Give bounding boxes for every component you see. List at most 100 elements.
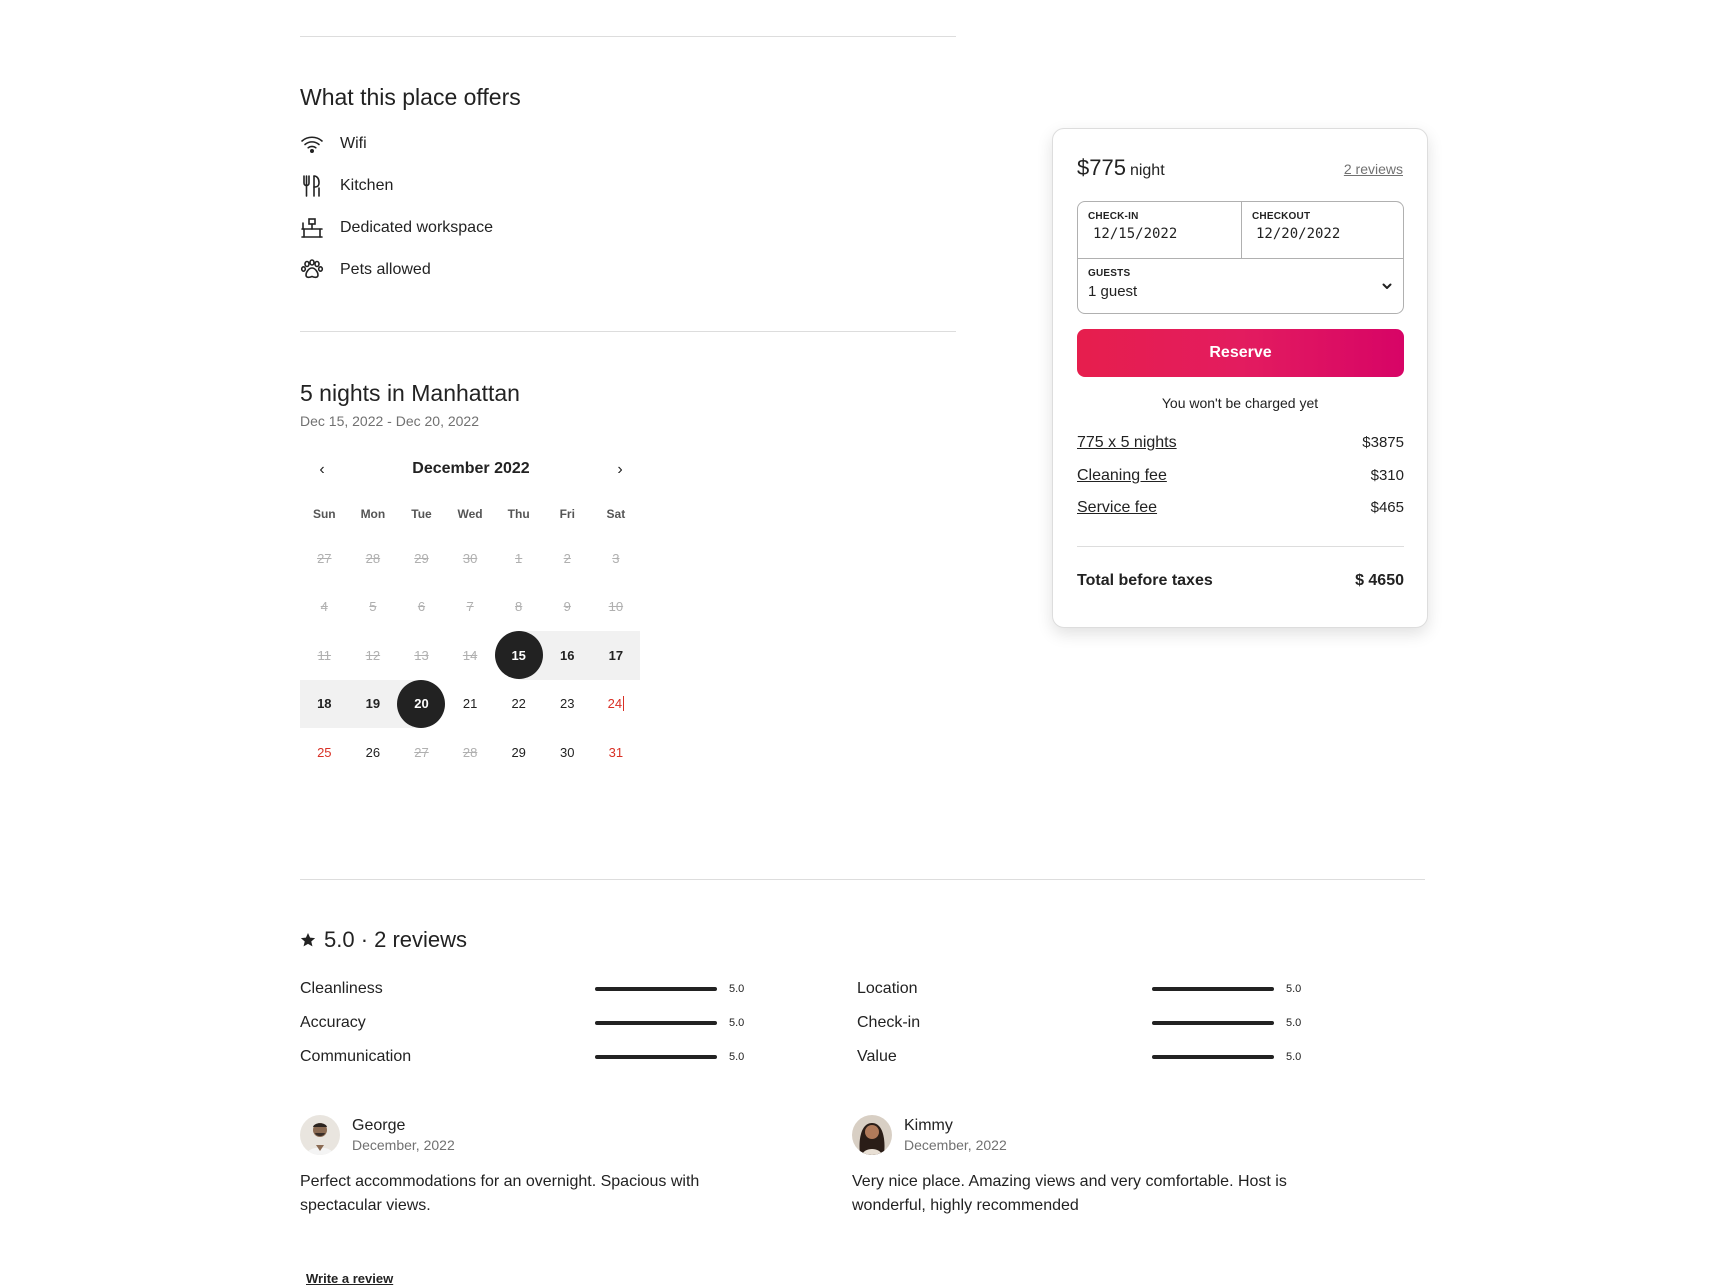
day-number: 30 [560, 744, 575, 760]
calendar-day[interactable]: 18 [300, 679, 349, 728]
day-number: 18 [317, 696, 332, 712]
rating-communication: Communication 5.0 [300, 1046, 744, 1068]
calendar-day: 7 [446, 583, 495, 632]
weekday-header: Sat [606, 507, 626, 521]
price: $775 night [1077, 155, 1165, 181]
rating-value: 5.0 [729, 983, 745, 995]
next-month-button[interactable]: › [608, 458, 632, 482]
calendar-day: 30 [446, 534, 495, 583]
calendar-day: 6 [397, 583, 446, 632]
calendar-day: 3 [592, 534, 641, 583]
review-date: December, 2022 [904, 1137, 1007, 1153]
day-number: 26 [365, 744, 381, 760]
day-number: 11 [317, 647, 332, 663]
calendar-day: 27 [397, 728, 446, 777]
calendar-day: 14 [446, 631, 495, 680]
calendar-day[interactable]: 25 [300, 728, 349, 777]
fee-label[interactable]: Service fee [1077, 499, 1157, 517]
rating-bar [595, 1021, 717, 1025]
calendar-day[interactable]: 20 [397, 679, 446, 728]
calendar-day[interactable]: 15 [494, 631, 543, 680]
day-number: 10 [608, 599, 624, 615]
total-value: $ 4650 [1355, 572, 1404, 589]
fee-value: $310 [1370, 467, 1404, 484]
calendar-day: 1 [494, 534, 543, 583]
calendar-day: 12 [349, 631, 398, 680]
no-charge-note: You won't be charged yet [1161, 395, 1319, 411]
amenity-label: Kitchen [340, 177, 394, 194]
calendar-day: 9 [543, 583, 592, 632]
workspace-icon [300, 216, 324, 240]
card-divider [1077, 546, 1404, 547]
rating-accuracy: Accuracy 5.0 [300, 1012, 744, 1034]
amenity-label: Dedicated workspace [340, 219, 493, 236]
calendar-day[interactable]: 16 [542, 631, 592, 680]
day-number: 1 [515, 550, 523, 566]
review-text: Very nice place. Amazing views and very … [852, 1173, 1287, 1214]
calendar-day[interactable]: 24 [592, 680, 641, 729]
calendar-day: 13 [397, 631, 446, 680]
rating-value: 5.0 [729, 1051, 745, 1063]
booking-card: $775 night 2 reviews CHECK-IN 12/15/2022 … [1052, 128, 1428, 628]
total-row: Total before taxes $ 4650 [1077, 572, 1404, 590]
checkin-field[interactable]: CHECK-IN 12/15/2022 [1088, 211, 1177, 242]
guests-label: GUESTS [1088, 268, 1131, 279]
reviews-title: 5.0 · 2 reviews [300, 927, 467, 953]
calendar-day[interactable]: 30 [543, 728, 592, 777]
checkout-field[interactable]: CHECKOUT 12/20/2022 [1252, 211, 1340, 242]
write-review-link[interactable]: Write a review [306, 1271, 393, 1285]
calendar-day[interactable]: 21 [446, 680, 495, 729]
guests-value[interactable]: 1 guest [1088, 283, 1137, 300]
calendar-header: ‹ December 2022 › [300, 450, 642, 490]
checkout-value[interactable]: 12/20/2022 [1256, 226, 1340, 242]
rating-value-row: Value 5.0 [857, 1046, 1301, 1068]
fee-label[interactable]: Cleaning fee [1077, 467, 1167, 485]
calendar-day: 28 [446, 728, 495, 777]
rating-value: 5.0 [1286, 1051, 1302, 1063]
fee-label[interactable]: 775 x 5 nights [1077, 434, 1177, 452]
calendar-day[interactable]: 17 [591, 631, 641, 680]
calendar-day[interactable]: 29 [494, 728, 543, 777]
reserve-button[interactable]: Reserve [1077, 329, 1404, 377]
weekday-header: Fri [559, 507, 575, 521]
fee-value: $3875 [1362, 434, 1404, 451]
reviews-link[interactable]: 2 reviews [1344, 161, 1403, 177]
weekday-header: Mon [360, 507, 386, 521]
weekday-header: Wed [457, 507, 483, 521]
calendar-day: 29 [397, 534, 446, 583]
day-number: 14 [462, 647, 478, 663]
rating-bar [595, 1055, 717, 1059]
day-number: 28 [365, 550, 381, 566]
chevron-down-icon[interactable] [1381, 280, 1393, 292]
avatar [300, 1115, 340, 1155]
rating-bar [1152, 987, 1274, 991]
day-number: 30 [462, 550, 478, 566]
calendar-day[interactable]: 19 [348, 679, 398, 728]
day-number: 24 [607, 696, 625, 712]
day-number: 28 [462, 744, 478, 760]
calendar-day[interactable]: 23 [543, 680, 592, 729]
calendar-day[interactable]: 22 [494, 680, 543, 729]
review-date: December, 2022 [352, 1137, 455, 1153]
day-number: 9 [563, 599, 571, 615]
guests-select[interactable]: GUESTS 1 guest [1088, 268, 1137, 300]
stay-title: 5 nights in Manhattan [300, 380, 520, 406]
fee-row-nights: 775 x 5 nights $3875 [1077, 434, 1404, 452]
calendar-day[interactable]: 31 [592, 728, 641, 777]
day-number: 27 [414, 744, 429, 760]
rating-bar [595, 987, 717, 991]
rating-value: 5.0 [1286, 1017, 1302, 1029]
amenity-wifi: Wifi [300, 130, 367, 158]
fee-value: $465 [1370, 499, 1404, 516]
calendar-day: 2 [543, 534, 592, 583]
weekday-header: Tue [411, 507, 432, 521]
amenity-label: Pets allowed [340, 261, 431, 278]
rating-label: Accuracy [300, 1014, 366, 1031]
fee-row-cleaning: Cleaning fee $310 [1077, 467, 1404, 485]
checkin-value[interactable]: 12/15/2022 [1093, 226, 1177, 242]
total-label: Total before taxes [1077, 572, 1213, 589]
amenities-title: What this place offers [300, 84, 521, 110]
calendar-day[interactable]: 26 [349, 728, 398, 777]
reviewer-george: George December, 2022 [300, 1115, 455, 1155]
day-number: 20 [397, 679, 446, 728]
